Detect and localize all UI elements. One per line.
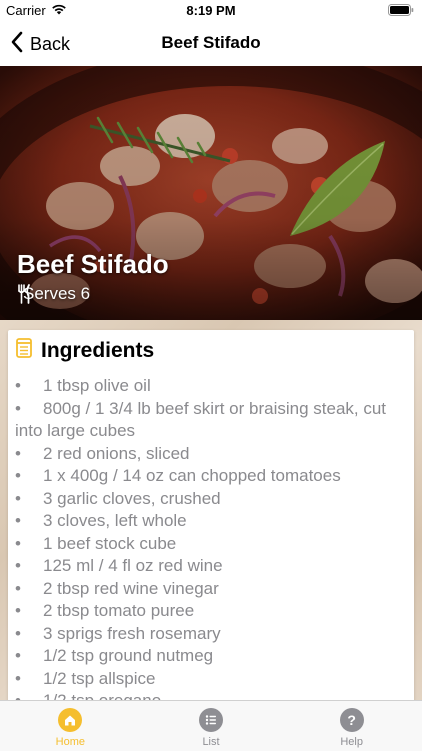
bullet: • (15, 443, 21, 463)
bullet: • (15, 668, 21, 688)
list-icon (199, 708, 223, 732)
tab-home[interactable]: Home (0, 701, 141, 751)
bullet: • (15, 511, 21, 530)
battery-icon (388, 4, 414, 19)
ingredient-text: 1 beef stock cube (43, 533, 177, 553)
ingredient-item: • 3 cloves, left whole (15, 510, 411, 533)
recipe-hero-image: Beef Stifado Serves 6 (0, 66, 422, 320)
bullet: • (15, 376, 21, 395)
home-icon (58, 708, 83, 732)
ingredient-item: • 1/2 tsp allspice (15, 668, 411, 691)
ingredient-item: • 1/2 tsp ground nutmeg (15, 645, 411, 668)
status-time: 8:19 PM (186, 3, 236, 18)
ingredient-text: 3 sprigs fresh rosemary (43, 623, 221, 643)
ingredient-text: 1 tbsp olive oil (43, 376, 151, 395)
bullet: • (15, 646, 21, 665)
tab-help-label: Help (340, 736, 363, 748)
bullet: • (15, 578, 21, 598)
ingredients-title: Ingredients (41, 338, 155, 362)
bullet: • (15, 488, 21, 508)
ingredient-text: 3 cloves, left whole (43, 511, 187, 530)
ingredient-text: 1/2 tsp ground nutmeg (43, 646, 214, 665)
serves-info: Serves 6 (17, 284, 90, 304)
status-bar: Carrier 8:19 PM (0, 0, 422, 22)
ingredient-item: • 1 beef stock cube (15, 533, 411, 556)
ingredient-text: 2 tbsp tomato puree (43, 601, 195, 620)
page-title: Beef Stifado (161, 33, 261, 52)
ingredient-item: • 3 garlic cloves, crushed (15, 488, 411, 511)
bullet: • (15, 601, 21, 620)
ingredient-text: 2 tbsp red wine vinegar (43, 578, 219, 598)
tab-bar: Home List ? Help (0, 700, 422, 751)
ingredient-item: • 1 tbsp olive oil (15, 375, 411, 398)
ingredient-list: • 1 tbsp olive oil • 800g / 1 3/4 lb beef s… (15, 375, 411, 713)
bullet: • (15, 556, 21, 575)
tab-help[interactable]: ? Help (281, 701, 422, 751)
serves-label: Serves 6 (23, 284, 91, 303)
ingredient-text: 125 ml / 4 fl oz red wine (43, 556, 223, 575)
ingredient-item: • 1 x 400g / 14 oz can chopped tomatoes (15, 465, 411, 488)
stew-illustration (0, 66, 422, 320)
ingredient-item: • 125 ml / 4 fl oz red wine (15, 555, 411, 578)
ingredient-item: • 2 tbsp red wine vinegar (15, 578, 411, 601)
ingredient-item: • 2 tbsp tomato puree (15, 600, 411, 623)
notepad-icon (16, 338, 32, 363)
bullet: • (15, 398, 21, 418)
help-icon: ? (339, 708, 364, 732)
navigation-bar: Back Beef Stifado (0, 22, 422, 66)
ingredient-text: 3 garlic cloves, crushed (43, 488, 221, 508)
ingredient-text: 1 x 400g / 14 oz can chopped tomatoes (43, 466, 341, 485)
ingredient-item: • 800g / 1 3/4 lb beef skirt or braising … (15, 398, 411, 443)
ingredients-header: Ingredients (16, 338, 154, 363)
tab-list[interactable]: List (141, 701, 282, 751)
tab-home-label: Home (55, 736, 85, 748)
ingredient-item: • 2 red onions, sliced (15, 443, 411, 466)
bullet: • (15, 466, 21, 485)
recipe-title: Beef Stifado (17, 249, 169, 279)
bullet: • (15, 623, 21, 643)
ingredient-text: 1/2 tsp allspice (43, 668, 156, 688)
ingredient-text: 2 red onions, sliced (43, 443, 190, 463)
ingredient-item: • 3 sprigs fresh rosemary (15, 623, 411, 646)
ingredients-card: Ingredients • 1 tbsp olive oil • 800g / 1 3… (8, 330, 414, 730)
ingredient-text: 800g / 1 3/4 lb beef skirt or braising s… (15, 398, 387, 441)
tab-list-label: List (202, 736, 220, 748)
bullet: • (15, 533, 21, 553)
